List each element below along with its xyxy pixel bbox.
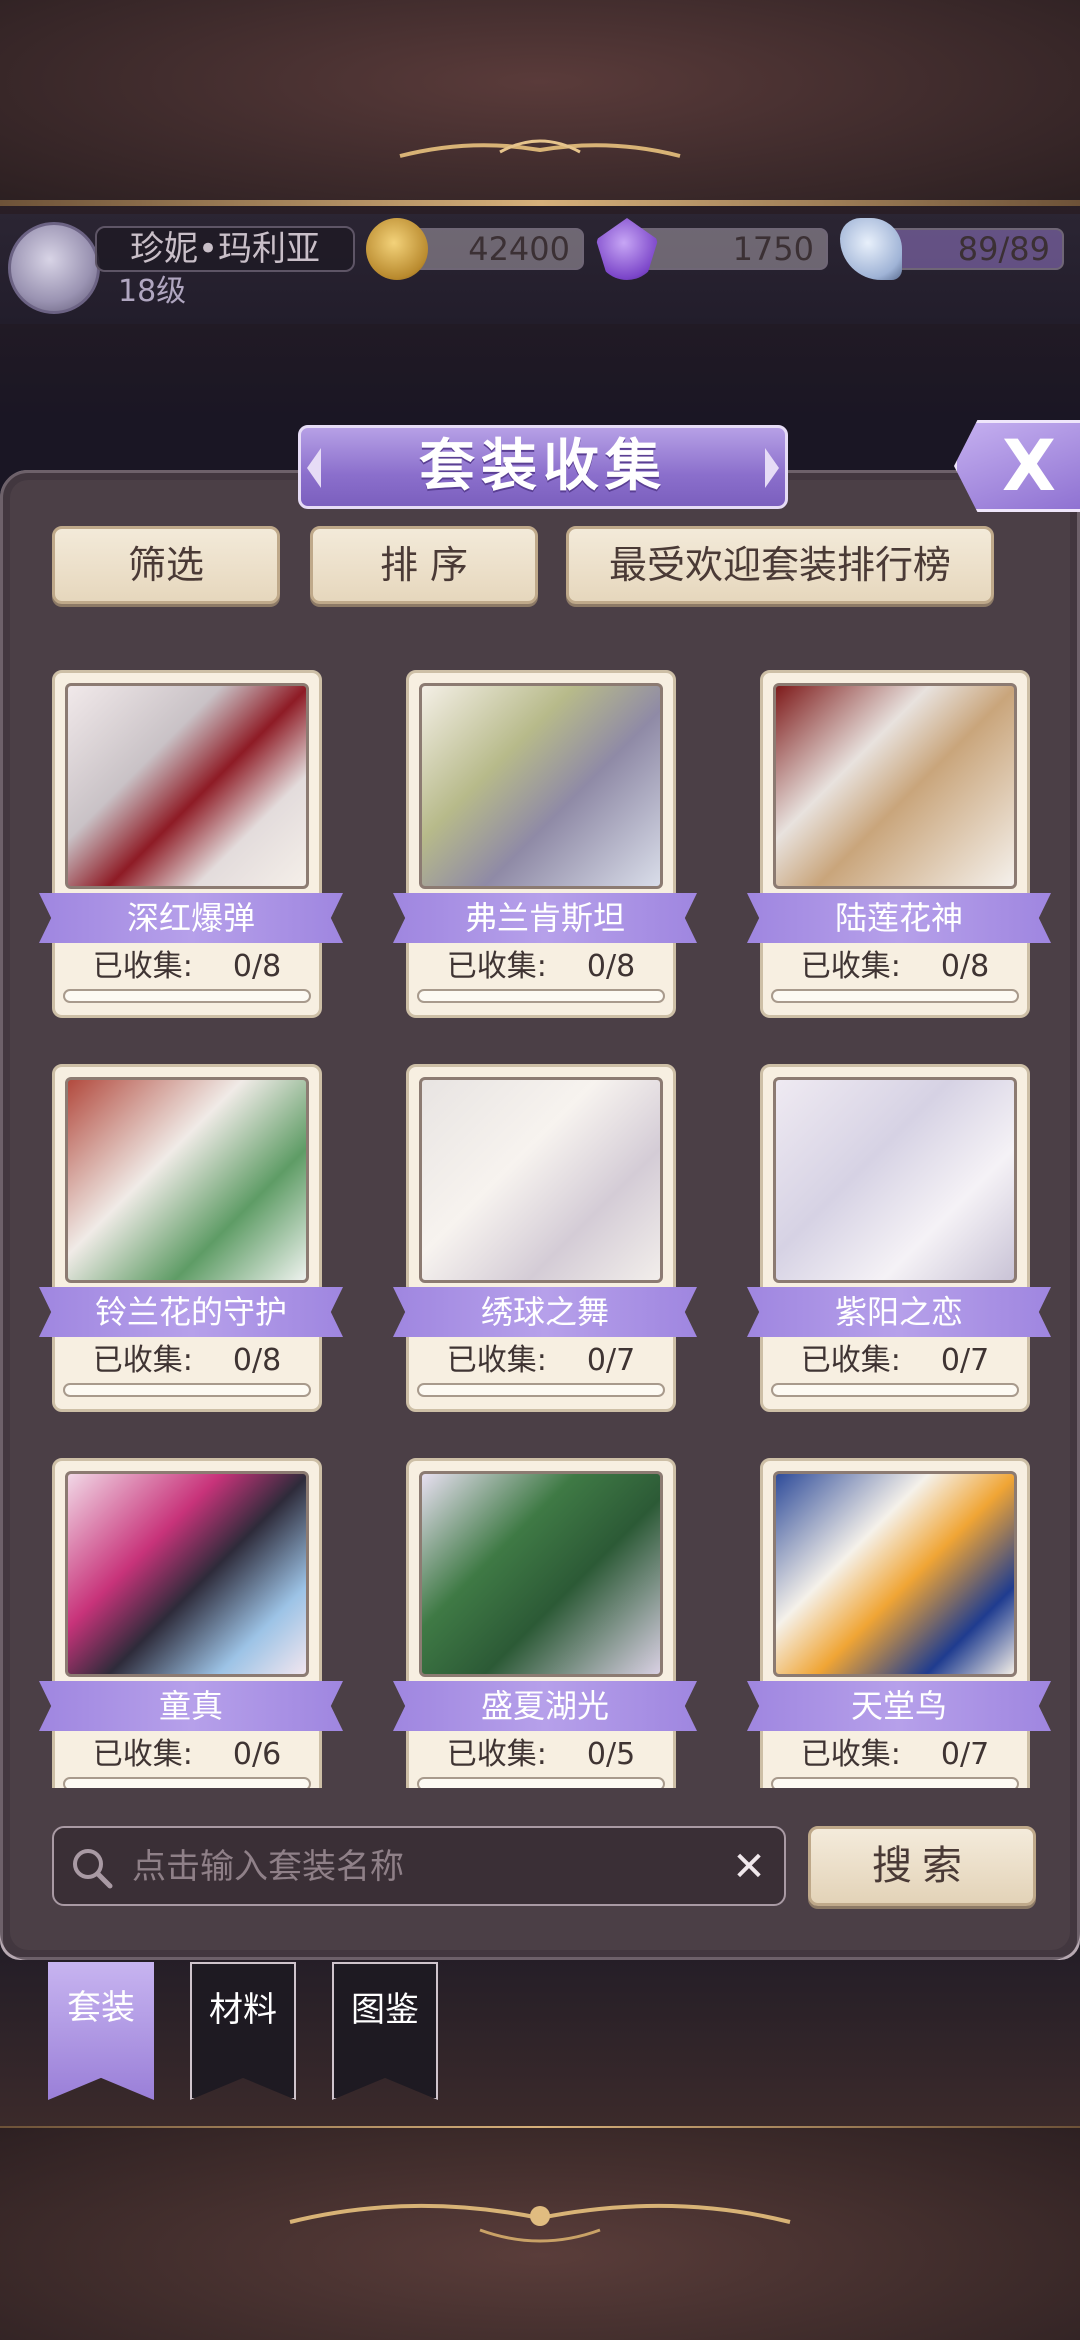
close-button[interactable]: X bbox=[954, 420, 1080, 512]
outfit-name: 盛夏湖光 bbox=[393, 1681, 697, 1731]
progress-value: 0/8 bbox=[940, 949, 990, 984]
progress-prefix: 已收集: bbox=[446, 1343, 547, 1378]
outfit-progress: 已收集: 0/8 bbox=[409, 945, 673, 989]
outfit-name: 绣球之舞 bbox=[393, 1287, 697, 1337]
progress-prefix: 已收集: bbox=[800, 1343, 901, 1378]
progress-prefix: 已收集: bbox=[446, 1737, 547, 1772]
outfit-card[interactable]: 天堂鸟已收集: 0/7 bbox=[747, 1458, 1051, 1788]
progress-value: 0/7 bbox=[586, 1343, 636, 1378]
progress-bar bbox=[63, 989, 311, 1003]
progress-bar bbox=[417, 989, 665, 1003]
outfit-progress: 已收集: 0/8 bbox=[55, 1339, 319, 1383]
search-input[interactable] bbox=[132, 1838, 692, 1896]
search-button[interactable]: 搜索 bbox=[808, 1826, 1036, 1906]
outfit-progress: 已收集: 0/5 bbox=[409, 1733, 673, 1777]
outfit-progress: 已收集: 0/7 bbox=[763, 1339, 1027, 1383]
progress-prefix: 已收集: bbox=[92, 1343, 193, 1378]
outfit-card[interactable]: 盛夏湖光已收集: 0/5 bbox=[393, 1458, 697, 1788]
outfit-name: 陆莲花神 bbox=[747, 893, 1051, 943]
ranking-button[interactable]: 最受欢迎套装排行榜 bbox=[566, 526, 994, 604]
progress-bar bbox=[417, 1777, 665, 1788]
outfit-thumbnail bbox=[773, 683, 1017, 889]
tab-gallery[interactable]: 图鉴 bbox=[332, 1962, 438, 2100]
outfit-progress: 已收集: 0/7 bbox=[763, 1733, 1027, 1777]
player-avatar[interactable] bbox=[8, 222, 100, 314]
search-icon bbox=[73, 1849, 113, 1889]
outfit-name: 童真 bbox=[39, 1681, 343, 1731]
tab-outfits[interactable]: 套装 bbox=[48, 1962, 154, 2100]
outfit-name: 紫阳之恋 bbox=[747, 1287, 1051, 1337]
clear-search-icon[interactable]: ✕ bbox=[724, 1838, 774, 1896]
player-level: 18级 bbox=[118, 274, 187, 309]
tab-materials[interactable]: 材料 bbox=[190, 1962, 296, 2100]
outfit-card[interactable]: 深红爆弹已收集: 0/8 bbox=[39, 670, 343, 1018]
sort-button[interactable]: 排 序 bbox=[310, 526, 538, 604]
player-name: 珍妮•玛利亚 bbox=[95, 226, 355, 272]
outfit-progress: 已收集: 0/8 bbox=[763, 945, 1027, 989]
progress-bar bbox=[771, 1383, 1019, 1397]
panel-title: 套装收集 bbox=[298, 425, 788, 509]
outfit-thumbnail bbox=[419, 683, 663, 889]
outfit-thumbnail bbox=[773, 1077, 1017, 1283]
outfit-grid[interactable]: 深红爆弹 已收集: 0/8 弗兰肯斯坦 已收集: 0/8 陆莲花神 已收集: 0/8 铃兰花的守护… bbox=[20, 620, 1060, 1788]
outfit-progress: 已收集: 0/8 bbox=[55, 945, 319, 989]
progress-bar bbox=[771, 989, 1019, 1003]
progress-value: 0/7 bbox=[940, 1737, 990, 1772]
outfit-name: 天堂鸟 bbox=[747, 1681, 1051, 1731]
outfit-thumbnail bbox=[65, 1471, 309, 1677]
outfit-name: 铃兰花的守护 bbox=[39, 1287, 343, 1337]
progress-bar bbox=[63, 1383, 311, 1397]
progress-prefix: 已收集: bbox=[92, 1737, 193, 1772]
progress-prefix: 已收集: bbox=[446, 949, 547, 984]
outfit-card[interactable]: 紫阳之恋已收集: 0/7 bbox=[747, 1064, 1051, 1412]
progress-value: 0/8 bbox=[232, 949, 282, 984]
progress-value: 0/6 bbox=[232, 1737, 282, 1772]
crown-coin-icon[interactable] bbox=[366, 218, 428, 280]
outfit-name: 弗兰肯斯坦 bbox=[393, 893, 697, 943]
outfit-thumbnail bbox=[419, 1077, 663, 1283]
outfit-thumbnail bbox=[773, 1471, 1017, 1677]
outfit-card[interactable]: 童真已收集: 0/6 bbox=[39, 1458, 343, 1788]
diamond-amount: 1750 bbox=[626, 228, 828, 270]
bottom-flourish-icon bbox=[289, 2203, 791, 2243]
outfit-progress: 已收集: 0/6 bbox=[55, 1733, 319, 1777]
outfit-card[interactable]: 陆莲花神已收集: 0/8 bbox=[747, 670, 1051, 1018]
outfit-thumbnail bbox=[65, 683, 309, 889]
top-gold-divider bbox=[0, 200, 1080, 206]
outfit-card[interactable]: 铃兰花的守护已收集: 0/8 bbox=[39, 1064, 343, 1412]
progress-value: 0/8 bbox=[586, 949, 636, 984]
outfit-card[interactable]: 绣球之舞已收集: 0/7 bbox=[393, 1064, 697, 1412]
progress-bar bbox=[63, 1777, 311, 1788]
gold-flourish-icon bbox=[399, 139, 681, 158]
search-field[interactable]: ✕ bbox=[52, 1826, 786, 1906]
progress-prefix: 已收集: bbox=[800, 1737, 901, 1772]
outfit-progress: 已收集: 0/7 bbox=[409, 1339, 673, 1383]
filter-button[interactable]: 筛选 bbox=[52, 526, 280, 604]
progress-bar bbox=[417, 1383, 665, 1397]
top-ornament-band bbox=[0, 0, 1080, 205]
outfit-name: 深红爆弹 bbox=[39, 893, 343, 943]
outfit-thumbnail bbox=[65, 1077, 309, 1283]
outfit-card[interactable]: 弗兰肯斯坦已收集: 0/8 bbox=[393, 670, 697, 1018]
progress-value: 0/7 bbox=[940, 1343, 990, 1378]
app-root: { "player": { "name": "珍妮•玛利亚", "level":… bbox=[0, 0, 1080, 2340]
progress-prefix: 已收集: bbox=[800, 949, 901, 984]
bottom-ornament-band bbox=[0, 2128, 1080, 2340]
progress-value: 0/8 bbox=[232, 1343, 282, 1378]
progress-value: 0/5 bbox=[586, 1737, 636, 1772]
progress-prefix: 已收集: bbox=[92, 949, 193, 984]
progress-bar bbox=[771, 1777, 1019, 1788]
outfit-thumbnail bbox=[419, 1471, 663, 1677]
